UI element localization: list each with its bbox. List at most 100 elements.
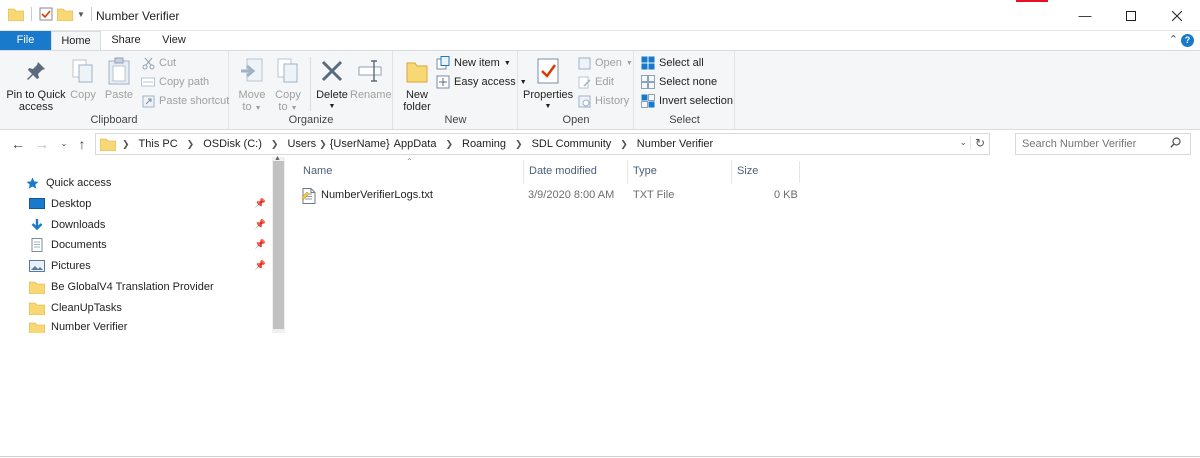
help-icon[interactable]: ? <box>1181 34 1194 47</box>
sidebar-item-pictures[interactable]: Pictures 📌 <box>29 256 272 276</box>
search-icon[interactable] <box>1170 137 1181 151</box>
copy-to-button[interactable]: Copy to ▼ <box>270 55 306 115</box>
breadcrumb-separator-icon[interactable]: ❯ <box>187 139 195 150</box>
tab-file[interactable]: File <box>0 31 51 50</box>
chevron-down-icon: ▼ <box>625 59 633 67</box>
breadcrumb-number-verifier[interactable]: Number Verifier <box>637 138 713 150</box>
sidebar-item-cleanuptasks[interactable]: CleanUpTasks <box>29 298 272 318</box>
column-divider[interactable] <box>799 161 800 183</box>
folder-icon <box>29 302 45 315</box>
copy-path-icon <box>141 77 155 87</box>
new-folder-button[interactable]: New folder <box>398 55 436 113</box>
minimize-button[interactable]: — <box>1062 0 1108 31</box>
column-header-date-modified[interactable]: Date modified <box>529 163 597 181</box>
recent-locations-button[interactable]: ⌄ <box>55 135 73 153</box>
quick-access-toolbar: ▼ <box>8 7 94 21</box>
sidebar-item-desktop[interactable]: Desktop 📌 <box>29 194 272 214</box>
back-button[interactable]: ← <box>9 135 27 153</box>
properties-button[interactable]: Properties ▼ <box>523 55 573 113</box>
pin-icon[interactable]: 📌 <box>255 260 266 271</box>
up-button[interactable]: ↑ <box>73 135 91 153</box>
paste-shortcut-button[interactable]: Paste shortcut <box>141 92 229 110</box>
breadcrumb-osdisk[interactable]: OSDisk (C:) <box>203 138 262 150</box>
documents-icon <box>31 238 43 252</box>
breadcrumb-username[interactable]: {UserName} <box>330 138 390 150</box>
select-none-button[interactable]: Select none <box>641 73 717 91</box>
properties-icon <box>537 58 559 84</box>
move-to-button[interactable]: Move to ▼ <box>234 55 270 115</box>
breadcrumb-this-pc[interactable]: This PC <box>139 138 178 150</box>
sidebar-item-downloads[interactable]: Downloads 📌 <box>29 215 272 235</box>
easy-access-button[interactable]: Easy access ▼ <box>436 73 527 91</box>
breadcrumb-separator-icon[interactable]: ❯ <box>122 139 130 150</box>
edit-button[interactable]: Edit <box>577 73 614 91</box>
sidebar-item-documents[interactable]: Documents 📌 <box>29 235 272 255</box>
column-header-size[interactable]: Size <box>737 163 758 181</box>
copy-path-label: Copy path <box>159 76 210 88</box>
copy-to-icon <box>277 58 298 83</box>
cut-button[interactable]: Cut <box>141 54 176 72</box>
refresh-icon[interactable]: ↻ <box>969 136 985 150</box>
new-folder-icon[interactable] <box>57 7 73 21</box>
new-item-button[interactable]: New item ▼ <box>436 54 511 72</box>
table-row[interactable]: NumberVerifierLogs.txt 3/9/2020 8:00 AM … <box>301 187 798 207</box>
copy-path-button[interactable]: Copy path <box>141 73 209 91</box>
address-bar[interactable]: ❯ This PC ❯ OSDisk (C:) ❯ Users ❯ {UserN… <box>95 133 990 155</box>
breadcrumb-users[interactable]: Users <box>287 138 316 150</box>
collapse-ribbon-icon[interactable]: ⌃ <box>1169 33 1178 46</box>
tab-view[interactable]: View <box>150 31 198 50</box>
open-button[interactable]: Open ▼ <box>577 54 633 72</box>
delete-button[interactable]: Delete ▼ <box>314 55 350 113</box>
breadcrumb-roaming[interactable]: Roaming <box>462 138 506 150</box>
invert-selection-button[interactable]: Invert selection <box>641 92 733 110</box>
select-none-label: Select none <box>659 76 718 88</box>
sidebar-item-label: Documents <box>51 239 107 251</box>
breadcrumb-separator-icon[interactable]: ❯ <box>319 139 327 150</box>
sidebar-item-number-verifier[interactable]: Number Verifier <box>29 318 272 333</box>
select-all-button[interactable]: Select all <box>641 54 704 72</box>
column-divider[interactable] <box>731 161 732 183</box>
column-header-type[interactable]: Type <box>633 163 657 181</box>
sidebar-item-be-globalv4[interactable]: Be GlobalV4 Translation Provider <box>29 277 272 297</box>
pin-to-quick-access-button[interactable]: Pin to Quick access <box>4 55 68 113</box>
breadcrumb-separator-icon[interactable]: ❯ <box>515 139 523 150</box>
file-name: NumberVerifierLogs.txt <box>321 189 433 201</box>
nav-scrollbar[interactable]: ▲ <box>272 155 285 333</box>
column-divider[interactable] <box>627 161 628 183</box>
properties-icon[interactable] <box>39 7 53 21</box>
breadcrumb-appdata[interactable]: AppData <box>394 138 437 150</box>
organize-separator <box>310 57 311 111</box>
breadcrumb-separator-icon[interactable]: ❯ <box>271 139 279 150</box>
pin-icon[interactable]: 📌 <box>255 239 266 250</box>
pin-icon[interactable]: 📌 <box>255 198 266 209</box>
address-dropdown-icon[interactable]: ⌄ <box>959 137 967 148</box>
sidebar-item-quick-access[interactable]: Quick access <box>24 173 272 193</box>
customize-qat-icon[interactable]: ▼ <box>77 10 85 19</box>
paste-icon <box>108 57 130 85</box>
tab-home[interactable]: Home <box>51 31 101 51</box>
breadcrumb-sdl-community[interactable]: SDL Community <box>532 138 612 150</box>
copy-button[interactable]: Copy <box>66 55 100 101</box>
forward-button[interactable]: → <box>33 135 51 153</box>
history-button[interactable]: History <box>577 92 629 110</box>
tab-share[interactable]: Share <box>104 31 148 50</box>
close-button[interactable] <box>1154 0 1200 31</box>
pin-icon[interactable]: 📌 <box>255 219 266 230</box>
new-folder-label-line1: New <box>405 89 428 101</box>
easy-access-label: Easy access <box>454 76 516 88</box>
sidebar-item-label: Be GlobalV4 Translation Provider <box>51 281 214 293</box>
open-group-label: Open <box>562 114 590 126</box>
maximize-button[interactable] <box>1108 0 1154 31</box>
star-icon <box>26 177 38 189</box>
column-header-name[interactable]: Name <box>303 163 332 181</box>
folder-icon <box>29 281 45 294</box>
breadcrumb-separator-icon[interactable]: ❯ <box>445 139 453 150</box>
scroll-thumb[interactable] <box>273 161 284 329</box>
history-icon <box>578 95 590 107</box>
breadcrumb-separator-icon[interactable]: ❯ <box>620 139 628 150</box>
search-input[interactable] <box>1015 133 1191 155</box>
chevron-down-icon: ⌄ <box>60 139 68 148</box>
paste-button[interactable]: Paste <box>102 55 136 101</box>
column-divider[interactable] <box>523 161 524 183</box>
rename-button[interactable]: Rename <box>350 55 392 101</box>
